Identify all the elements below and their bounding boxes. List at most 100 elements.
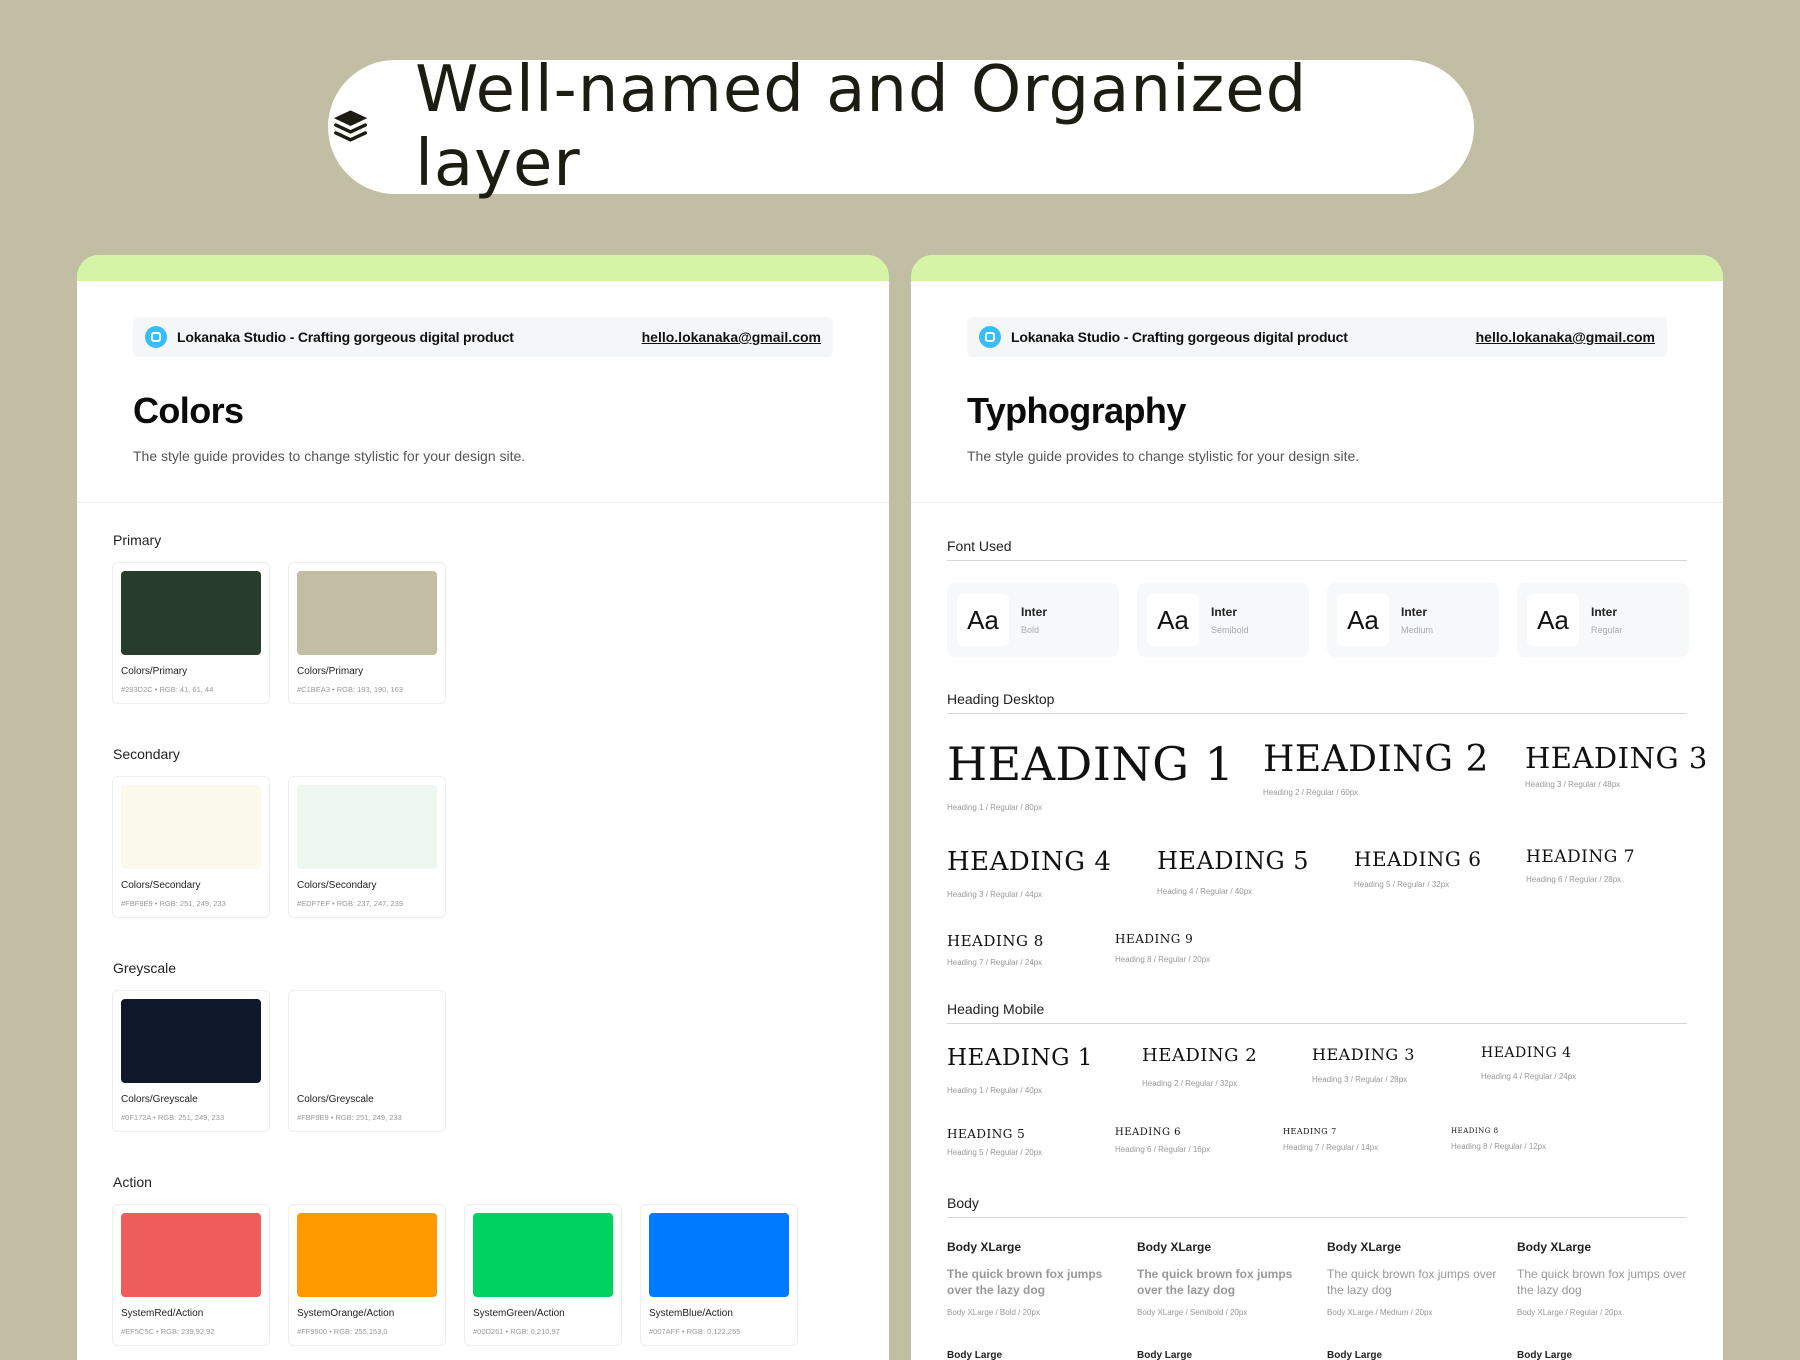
swatch-meta: #0F172A • RGB: 251, 249, 233 bbox=[121, 1113, 225, 1122]
color-swatch bbox=[297, 571, 437, 655]
section-label: Action bbox=[113, 1174, 152, 1190]
body-title: Body XLarge bbox=[1327, 1240, 1402, 1254]
heading-meta: Heading 6 / Regular / 28px bbox=[1526, 875, 1622, 884]
color-swatch-card[interactable]: Colors/Secondary #FBF9E9 • RGB: 251, 249,… bbox=[112, 776, 270, 918]
color-swatch bbox=[121, 999, 261, 1083]
heading-meta: Heading 2 / Regular / 60px bbox=[1263, 788, 1359, 797]
color-swatch-card[interactable]: SystemGreen/Action #00D261 • RGB: 0,210,9… bbox=[464, 1204, 622, 1346]
body-meta: Body XLarge / Semibold / 20px bbox=[1137, 1308, 1248, 1317]
font-card: Aa Inter Medium bbox=[1327, 583, 1499, 657]
swatch-name: SystemGreen/Action bbox=[473, 1308, 565, 1319]
heading-sample: HEADING 9 bbox=[1115, 932, 1194, 946]
heading-sample: HEADING 6 bbox=[1115, 1127, 1181, 1138]
studio-name: Lokanaka Studio - Crafting gorgeous digi… bbox=[177, 329, 514, 345]
email-link[interactable]: hello.lokanaka@gmail.com bbox=[642, 329, 821, 345]
font-preview: Aa bbox=[957, 594, 1009, 646]
font-cards: Aa Inter Bold Aa Inter Semibold Aa Inter Medium A… bbox=[947, 583, 1689, 657]
section-label-heading-desktop: Heading Desktop bbox=[947, 691, 1687, 714]
color-swatch bbox=[649, 1213, 789, 1297]
heading-sample: HEADING 5 bbox=[947, 1127, 1026, 1141]
email-link[interactable]: hello.lokanaka@gmail.com bbox=[1476, 329, 1655, 345]
heading-meta: Heading 3 / Regular / 28px bbox=[1312, 1075, 1408, 1084]
body-title: Body XLarge bbox=[1137, 1240, 1212, 1254]
color-swatch-card[interactable]: Colors/Greyscale #FBF9E9 • RGB: 251, 249,… bbox=[288, 990, 446, 1132]
page-subtitle: The style guide provides to change styli… bbox=[967, 448, 1360, 464]
font-weight: Medium bbox=[1401, 625, 1434, 635]
page-title: Typhography bbox=[967, 390, 1186, 431]
heading-meta: Heading 1 / Regular / 80px bbox=[947, 803, 1043, 812]
font-name: Inter bbox=[1591, 605, 1618, 619]
font-name: Inter bbox=[1211, 605, 1238, 619]
typography-panel: Lokanaka Studio - Crafting gorgeous digi… bbox=[911, 255, 1723, 1360]
banner-title: Well-named and Organized layer bbox=[415, 53, 1308, 201]
body-next-title: Body Large bbox=[1517, 1350, 1573, 1360]
font-card: Aa Inter Bold bbox=[947, 583, 1119, 657]
color-swatch bbox=[121, 571, 261, 655]
body-sample-text: The quick brown fox jumps over the lazy … bbox=[947, 1267, 1103, 1297]
swatch-meta: #C1BEA3 • RGB: 193, 190, 163 bbox=[297, 685, 404, 694]
font-weight: Bold bbox=[1021, 625, 1040, 635]
color-swatch-card[interactable]: Colors/Greyscale #0F172A • RGB: 251, 249,… bbox=[112, 990, 270, 1132]
color-swatch-card[interactable]: SystemBlue/Action #007AFF • RGB: 0,122,25… bbox=[640, 1204, 798, 1346]
body-sample-text: The quick brown fox jumps over the lazy … bbox=[1517, 1267, 1687, 1297]
header-bar: Lokanaka Studio - Crafting gorgeous digi… bbox=[133, 317, 833, 357]
heading-sample: HEADING 3 bbox=[1312, 1045, 1415, 1064]
swatch-name: Colors/Secondary bbox=[121, 880, 201, 891]
heading-sample: HEADING 3 bbox=[1525, 741, 1708, 775]
body-sample: Body XLarge The quick brown fox jumps ove… bbox=[947, 1240, 1127, 1360]
font-weight: Regular bbox=[1591, 625, 1623, 635]
panel-topbar bbox=[77, 255, 889, 281]
color-swatch-card[interactable]: SystemOrange/Action #FF9900 • RGB: 255,15… bbox=[288, 1204, 446, 1346]
swatch-meta: #EF5C5C • RGB: 239,92,92 bbox=[121, 1327, 215, 1336]
section-label-body: Body bbox=[947, 1195, 1687, 1218]
color-swatch bbox=[297, 999, 437, 1083]
color-swatch-card[interactable]: SystemRed/Action #EF5C5C • RGB: 239,92,92 bbox=[112, 1204, 270, 1346]
swatch-meta: #00D261 • RGB: 0,210,97 bbox=[473, 1327, 560, 1336]
swatch-row: Colors/Greyscale #0F172A • RGB: 251, 249,… bbox=[112, 990, 446, 1132]
swatch-name: Colors/Greyscale bbox=[297, 1094, 374, 1105]
heading-sample: HEADING 1 bbox=[947, 1045, 1093, 1071]
color-swatch-card[interactable]: Colors/Primary #293D2C • RGB: 41, 61, 44 bbox=[112, 562, 270, 704]
font-weight: Semibold bbox=[1211, 625, 1249, 635]
font-info: Inter Semibold bbox=[1199, 605, 1249, 635]
heading-sample: HEADING 8 bbox=[1451, 1127, 1499, 1135]
heading-sample: HEADING 7 bbox=[1526, 847, 1636, 867]
heading-sample: HEADING 6 bbox=[1354, 847, 1482, 871]
heading-meta: Heading 6 / Regular / 16px bbox=[1115, 1145, 1211, 1154]
font-card: Aa Inter Regular bbox=[1517, 583, 1689, 657]
body-next-title: Body Large bbox=[947, 1350, 1003, 1360]
heading-meta: Heading 5 / Regular / 32px bbox=[1354, 880, 1450, 889]
body-meta: Body XLarge / Regular / 20px bbox=[1517, 1308, 1622, 1317]
swatch-name: SystemOrange/Action bbox=[297, 1308, 395, 1319]
heading-sample: HEADING 7 bbox=[1283, 1127, 1337, 1136]
heading-meta: Heading 7 / Regular / 14px bbox=[1283, 1143, 1379, 1152]
swatch-meta: #FF9900 • RGB: 255,153,0 bbox=[297, 1327, 388, 1336]
heading-meta: Heading 1 / Regular / 40px bbox=[947, 1086, 1043, 1095]
font-preview: Aa bbox=[1147, 594, 1199, 646]
swatch-name: Colors/Primary bbox=[297, 666, 364, 677]
color-swatch-card[interactable]: Colors/Primary #C1BEA3 • RGB: 193, 190, 1… bbox=[288, 562, 446, 704]
swatch-meta: #FBF9E9 • RGB: 251, 249, 233 bbox=[121, 899, 226, 908]
section-label-heading-mobile: Heading Mobile bbox=[947, 1001, 1687, 1024]
studio-logo-icon bbox=[145, 326, 167, 348]
font-card: Aa Inter Semibold bbox=[1137, 583, 1309, 657]
color-swatch-card[interactable]: Colors/Secondary #EDF7EF • RGB: 237, 247,… bbox=[288, 776, 446, 918]
heading-meta: Heading 7 / Regular / 24px bbox=[947, 958, 1043, 967]
section-label: Greyscale bbox=[113, 960, 177, 976]
heading-meta: Heading 4 / Regular / 24px bbox=[1481, 1072, 1577, 1081]
color-swatch bbox=[297, 1213, 437, 1297]
studio-name: Lokanaka Studio - Crafting gorgeous digi… bbox=[1011, 329, 1348, 345]
heading-sample: HEADING 1 bbox=[947, 737, 1235, 791]
swatch-row: Colors/Secondary #FBF9E9 • RGB: 251, 249,… bbox=[112, 776, 446, 918]
heading-sample: HEADING 2 bbox=[1142, 1045, 1258, 1066]
heading-meta: Heading 8 / Regular / 20px bbox=[1115, 955, 1211, 964]
body-sample: Body XLarge The quick brown fox jumps ove… bbox=[1137, 1240, 1317, 1360]
heading-sample: HEADING 8 bbox=[947, 932, 1044, 950]
body-next-title: Body Large bbox=[1137, 1350, 1193, 1360]
divider bbox=[77, 502, 889, 503]
body-meta: Body XLarge / Bold / 20px bbox=[947, 1308, 1040, 1317]
swatch-meta: #293D2C • RGB: 41, 61, 44 bbox=[121, 685, 214, 694]
color-swatch bbox=[297, 785, 437, 869]
color-swatch bbox=[121, 1213, 261, 1297]
page-title: Colors bbox=[133, 390, 244, 431]
